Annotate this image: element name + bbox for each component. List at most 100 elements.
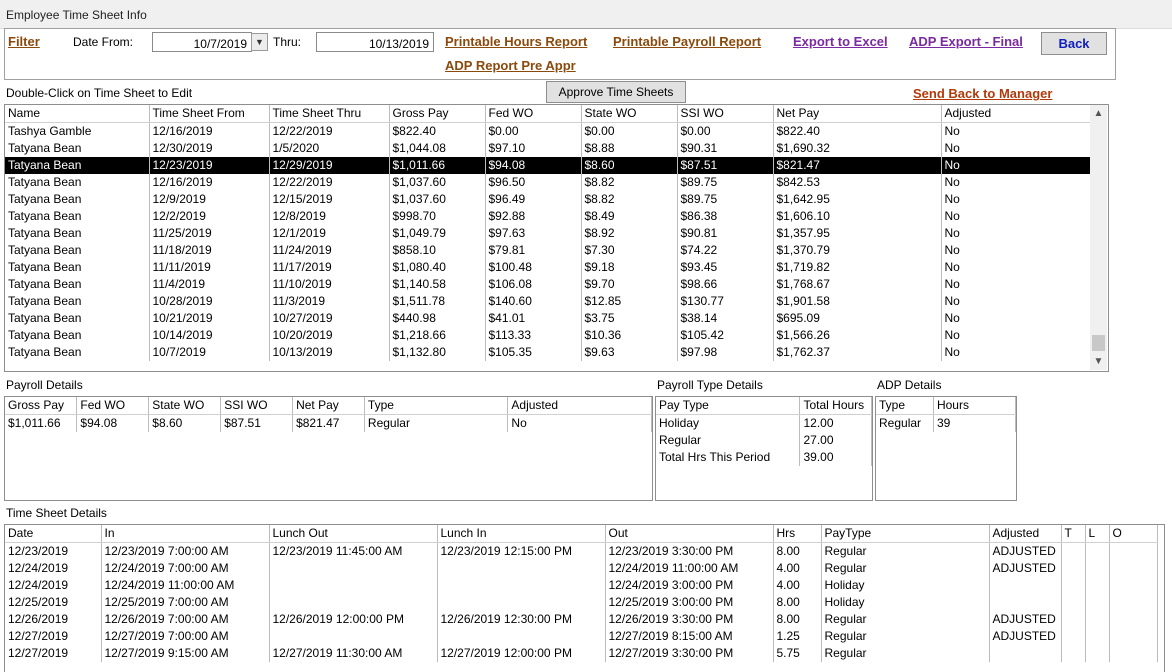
column-header[interactable]: In (101, 525, 270, 543)
column-header[interactable]: Adjusted (507, 397, 652, 415)
table-row[interactable]: 12/24/2019 12/24/2019 11:00:00 AM 12/24/20… (5, 577, 1158, 594)
table-cell (1109, 542, 1158, 560)
column-header[interactable]: Net Pay (292, 397, 365, 415)
scroll-thumb[interactable] (1092, 335, 1105, 351)
date-from-input[interactable] (152, 32, 252, 52)
table-cell: 1/5/2020 (269, 140, 390, 157)
timesheets-scrollbar[interactable]: ▲ ▼ (1090, 105, 1107, 370)
table-row[interactable]: Tatyana Bean 11/25/2019 12/1/2019 $1,049.79… (5, 225, 1093, 242)
column-header[interactable]: Name (5, 105, 150, 123)
payroll-details-title: Payroll Details (6, 378, 83, 392)
table-cell: 12/25/2019 7:00:00 AM (101, 594, 270, 611)
table-row[interactable]: Tatyana Bean 12/9/2019 12/15/2019 $1,037.60… (5, 191, 1093, 208)
column-header[interactable]: SSI WO (677, 105, 774, 123)
table-row[interactable]: Tatyana Bean 12/30/2019 1/5/2020 $1,044.08 $… (5, 140, 1093, 157)
table-cell: $0.00 (485, 122, 582, 140)
table-cell: 12/25/2019 (5, 594, 102, 611)
filter-link[interactable]: Filter (8, 34, 40, 49)
timesheets-grid[interactable]: Name Time Sheet From Time Sheet Thru Gross … (4, 104, 1109, 372)
table-cell: $1,218.66 (389, 327, 486, 344)
table-row[interactable]: 12/26/2019 12/26/2019 7:00:00 AM 12/26/201… (5, 611, 1158, 628)
column-header[interactable]: Total Hours (799, 397, 872, 415)
back-button[interactable]: Back (1041, 32, 1107, 55)
column-header[interactable]: State WO (148, 397, 222, 415)
table-row[interactable]: $1,011.66 $94.08 $8.60 $87.51 $821.47 Regular… (5, 414, 652, 432)
send-back-to-manager-link[interactable]: Send Back to Manager (913, 86, 1052, 101)
printable-hours-report-link[interactable]: Printable Hours Report (445, 34, 587, 49)
table-row[interactable]: 12/27/2019 12/27/2019 9:15:00 AM 12/27/201… (5, 645, 1158, 662)
table-cell: $105.35 (485, 344, 582, 361)
payroll-type-details-grid[interactable]: Pay Type Total Hours Holiday 12.00 Regular 2… (655, 396, 873, 501)
date-from-dropdown-button[interactable]: ▼ (251, 33, 268, 51)
table-row[interactable]: Tatyana Bean 12/2/2019 12/8/2019 $998.70 $92… (5, 208, 1093, 225)
adp-report-pre-appr-link[interactable]: ADP Report Pre Appr (445, 58, 576, 73)
column-header[interactable]: Out (605, 525, 774, 543)
column-header[interactable]: Adjusted (989, 525, 1062, 543)
table-row[interactable]: Regular 39 (876, 414, 1016, 432)
table-row[interactable]: Holiday 12.00 (656, 414, 872, 432)
adp-details-title: ADP Details (877, 378, 942, 392)
column-header[interactable]: Gross Pay (5, 397, 78, 415)
table-row[interactable]: Tatyana Bean 11/4/2019 11/10/2019 $1,140.58… (5, 276, 1093, 293)
table-row[interactable]: Total Hrs This Period 39.00 (656, 449, 872, 466)
table-cell: 10/21/2019 (149, 310, 270, 327)
column-header[interactable]: Pay Type (656, 397, 801, 415)
table-row[interactable]: Tatyana Bean 10/14/2019 10/20/2019 $1,218.6… (5, 327, 1093, 344)
column-header[interactable]: Lunch In (437, 525, 606, 543)
time-sheet-details-grid[interactable]: Date In Lunch Out Lunch In Out Hrs PayType Adju… (4, 524, 1165, 672)
table-row[interactable]: 12/23/2019 12/23/2019 7:00:00 AM 12/23/201… (5, 542, 1158, 560)
thru-date-input[interactable] (316, 32, 434, 52)
table-row[interactable]: 12/25/2019 12/25/2019 7:00:00 AM 12/25/201… (5, 594, 1158, 611)
scroll-down-arrow-icon[interactable]: ▼ (1090, 353, 1107, 370)
column-header[interactable]: Hours (933, 397, 1016, 415)
adp-details-grid[interactable]: Type Hours Regular 39 (875, 396, 1017, 501)
table-cell: 12/8/2019 (269, 208, 390, 225)
column-header[interactable]: Type (364, 397, 509, 415)
table-row[interactable]: Tatyana Bean 11/18/2019 11/24/2019 $858.10 $… (5, 242, 1093, 259)
table-row[interactable]: Tatyana Bean 10/7/2019 10/13/2019 $1,132.80… (5, 344, 1093, 361)
export-to-excel-link[interactable]: Export to Excel (793, 34, 888, 49)
column-header[interactable]: Net Pay (773, 105, 942, 123)
table-row[interactable]: Tashya Gamble 12/16/2019 12/22/2019 $822.40… (5, 122, 1093, 140)
table-row[interactable]: Regular 27.00 (656, 432, 872, 449)
table-cell: $38.14 (677, 310, 774, 327)
table-row[interactable]: Tatyana Bean 12/23/2019 12/29/2019 $1,011.6… (5, 157, 1093, 174)
column-header[interactable]: Adjusted (941, 105, 1093, 123)
table-cell: $97.98 (677, 344, 774, 361)
adp-export-final-link[interactable]: ADP Export - Final (909, 34, 1023, 49)
approve-time-sheets-button[interactable]: Approve Time Sheets (546, 81, 686, 103)
column-header[interactable]: State WO (581, 105, 678, 123)
scroll-up-arrow-icon[interactable]: ▲ (1090, 105, 1107, 122)
column-header[interactable]: Fed WO (485, 105, 582, 123)
table-row[interactable]: Tatyana Bean 12/16/2019 12/22/2019 $1,037.6… (5, 174, 1093, 191)
column-header[interactable]: Date (5, 525, 102, 543)
table-cell (1085, 628, 1110, 645)
table-row[interactable]: Tatyana Bean 10/28/2019 11/3/2019 $1,511.78… (5, 293, 1093, 310)
column-header[interactable]: Time Sheet Thru (269, 105, 390, 123)
table-row[interactable]: Tatyana Bean 10/21/2019 10/27/2019 $440.98 $… (5, 310, 1093, 327)
table-row[interactable]: Tatyana Bean 11/11/2019 11/17/2019 $1,080.4… (5, 259, 1093, 276)
table-cell (1061, 560, 1086, 577)
table-cell: $1,011.66 (389, 157, 486, 174)
column-header[interactable]: SSI WO (220, 397, 294, 415)
printable-payroll-report-link[interactable]: Printable Payroll Report (613, 34, 761, 49)
payroll-details-grid[interactable]: Gross Pay Fed WO State WO SSI WO Net Pay Type… (4, 396, 653, 501)
table-row[interactable]: 12/27/2019 12/27/2019 7:00:00 AM 12/27/201… (5, 628, 1158, 645)
table-cell (1109, 611, 1158, 628)
timesheets-table: Name Time Sheet From Time Sheet Thru Gross … (5, 105, 1093, 361)
column-header[interactable]: PayType (821, 525, 990, 543)
table-row[interactable]: 12/24/2019 12/24/2019 7:00:00 AM 12/24/201… (5, 560, 1158, 577)
column-header[interactable]: Time Sheet From (149, 105, 270, 123)
column-header[interactable]: Hrs (773, 525, 822, 543)
column-header[interactable]: Gross Pay (389, 105, 486, 123)
column-header[interactable]: Fed WO (76, 397, 150, 415)
table-cell: 10/7/2019 (149, 344, 270, 361)
column-header[interactable]: Lunch Out (269, 525, 438, 543)
column-header[interactable]: T (1061, 525, 1086, 543)
chevron-down-icon: ▼ (255, 37, 264, 47)
table-cell: Tatyana Bean (5, 293, 150, 310)
column-header[interactable]: O (1109, 525, 1158, 543)
column-header[interactable]: Type (876, 397, 934, 415)
column-header[interactable]: L (1085, 525, 1110, 543)
table-cell: Regular (364, 414, 509, 432)
